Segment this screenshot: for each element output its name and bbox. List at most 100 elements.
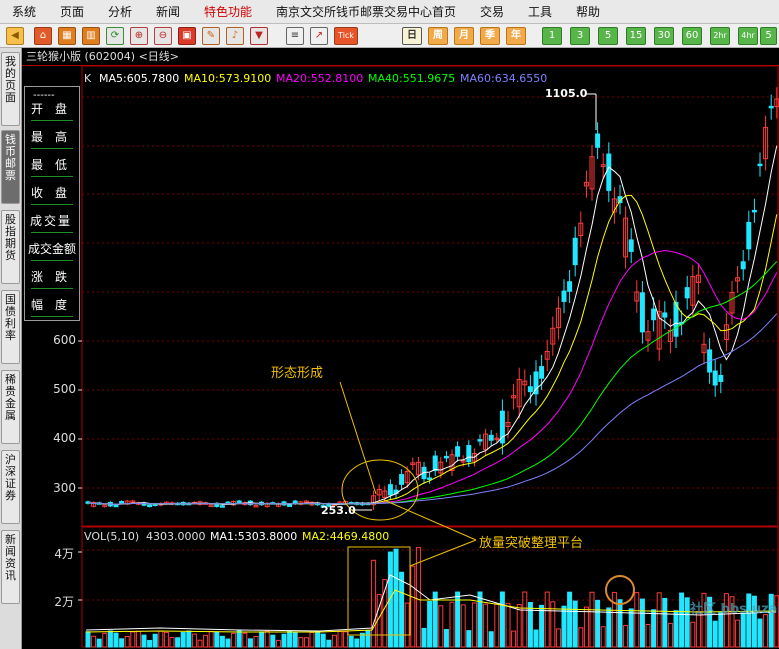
volume-bar bbox=[735, 619, 741, 648]
price-tick-400: 400 bbox=[53, 431, 76, 445]
volume-bar bbox=[214, 631, 220, 648]
ma5-line bbox=[87, 145, 778, 506]
candle-body bbox=[219, 505, 225, 508]
candle-body bbox=[595, 133, 601, 148]
volume-bar bbox=[555, 628, 561, 648]
volume-bar bbox=[421, 627, 427, 648]
candle-body bbox=[712, 370, 718, 386]
volume-bar bbox=[645, 623, 651, 648]
volume-bar bbox=[718, 612, 724, 648]
info-low-label: 最低 bbox=[31, 158, 80, 172]
candle-body bbox=[740, 261, 746, 270]
volume-bar bbox=[191, 633, 197, 648]
candle-body bbox=[718, 375, 724, 382]
volume-bar bbox=[326, 639, 332, 648]
volume-bar bbox=[348, 635, 354, 648]
volume-label: VOL(5,10) bbox=[84, 530, 140, 543]
info-amount-label: 成交金额 bbox=[28, 242, 77, 256]
volume-bar bbox=[208, 630, 214, 648]
volume-bar bbox=[197, 639, 203, 648]
volume-bar bbox=[124, 636, 130, 648]
volume-bar bbox=[561, 605, 567, 648]
candle-body bbox=[443, 455, 449, 459]
volume-bar bbox=[236, 630, 242, 648]
volume-bar bbox=[639, 598, 645, 648]
volume-bar bbox=[763, 614, 769, 648]
ma60-label: MA60:634.6550 bbox=[460, 72, 548, 85]
volume-bar bbox=[130, 631, 136, 648]
volume-breakout-annotation: 放量突破整理平台 bbox=[479, 536, 584, 551]
volume-bar bbox=[667, 622, 673, 648]
volume-bar bbox=[147, 639, 153, 648]
price-tick-500: 500 bbox=[53, 382, 76, 396]
volume-bar bbox=[96, 638, 102, 648]
candle-body bbox=[746, 221, 752, 250]
volume-bar bbox=[320, 633, 326, 648]
volume-bar bbox=[471, 602, 477, 648]
candle-body bbox=[399, 474, 405, 485]
volume-bar bbox=[337, 630, 343, 648]
pattern-formed-annotation: 形态形成 bbox=[271, 366, 324, 381]
volume-bar bbox=[483, 603, 489, 648]
candle-body bbox=[527, 386, 533, 393]
volume-bar bbox=[740, 613, 746, 648]
ma20-label: MA20:552.8100 bbox=[276, 72, 364, 85]
info-change-label: 涨跌 bbox=[31, 270, 80, 284]
ma60-line bbox=[87, 313, 778, 505]
volume-bar bbox=[242, 632, 248, 648]
kline-chart[interactable] bbox=[0, 0, 779, 649]
volume-bar bbox=[371, 559, 377, 648]
volume-bar bbox=[113, 632, 119, 648]
volume-bar bbox=[606, 607, 612, 648]
volume-bar bbox=[175, 637, 181, 648]
volume-bar bbox=[651, 609, 657, 648]
volume-bar bbox=[399, 571, 405, 648]
volume-bar bbox=[634, 592, 640, 648]
volume-bar bbox=[119, 638, 125, 648]
volume-bar bbox=[628, 608, 634, 648]
candle-body bbox=[477, 439, 483, 442]
ma5-label: MA5:605.7800 bbox=[99, 72, 180, 85]
volume-bar bbox=[690, 621, 696, 648]
volume-bar bbox=[516, 604, 522, 648]
candle-body bbox=[488, 434, 494, 441]
volume-bar bbox=[253, 635, 259, 648]
volume-ma2: MA2:4469.4800 bbox=[302, 530, 390, 543]
volume-bar bbox=[152, 633, 158, 648]
volume-bar bbox=[578, 627, 584, 648]
volume-bar bbox=[499, 591, 505, 648]
candle-body bbox=[673, 301, 679, 337]
candle-body bbox=[561, 290, 567, 302]
volume-ma1: MA1:5303.8000 bbox=[210, 530, 298, 543]
candle-body bbox=[651, 308, 657, 321]
volume-bar bbox=[259, 631, 265, 648]
volume-bar bbox=[169, 637, 175, 648]
volume-bar bbox=[281, 633, 287, 648]
price-tick-600: 600 bbox=[53, 333, 76, 347]
price-panel-border bbox=[81, 65, 779, 527]
volume-bar bbox=[410, 565, 416, 648]
volume-bar bbox=[684, 597, 690, 648]
volume-bar bbox=[583, 606, 589, 648]
volume-bar bbox=[595, 599, 601, 648]
volume-bar bbox=[365, 630, 371, 648]
volume-bar bbox=[343, 631, 349, 648]
volume-bar bbox=[107, 630, 113, 648]
candle-body bbox=[628, 239, 634, 252]
volume-tick-4w: 4万 bbox=[54, 547, 74, 561]
info-close-label: 收盘 bbox=[31, 186, 80, 200]
volume-bar bbox=[662, 597, 668, 648]
volume-bar bbox=[533, 629, 539, 648]
candle-body bbox=[757, 163, 763, 167]
ma10-label: MA10:573.9100 bbox=[184, 72, 272, 85]
volume-bar bbox=[264, 630, 270, 648]
volume-bar bbox=[460, 604, 466, 648]
volume-bar bbox=[91, 635, 97, 648]
volume-bar bbox=[203, 634, 209, 648]
volume-bar bbox=[494, 603, 500, 648]
volume-bar bbox=[315, 630, 321, 648]
candle-body bbox=[387, 484, 393, 496]
volume-bar bbox=[511, 630, 517, 648]
volume-bar bbox=[163, 631, 169, 648]
candle-body bbox=[567, 281, 573, 292]
